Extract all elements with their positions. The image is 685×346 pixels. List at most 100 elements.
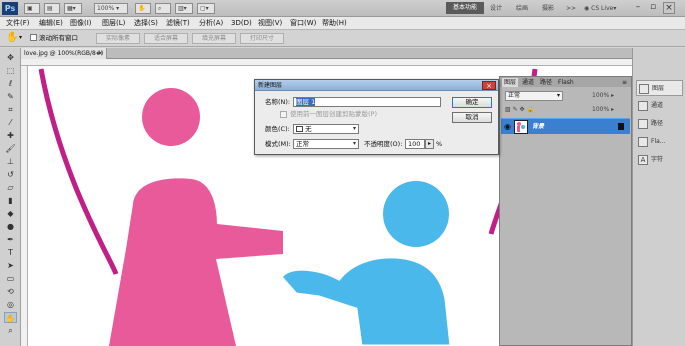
options-bar: ✋ ▾ 滚动所有窗口 实际像素 适合屏幕 填充屏幕 打印尺寸 (0, 30, 685, 47)
type-tool-icon[interactable]: T (4, 247, 17, 258)
pen-tool-icon[interactable]: ✒ (4, 234, 17, 245)
blur-tool-icon[interactable]: ◆ (4, 208, 17, 219)
menu-analysis[interactable]: 分析(A) (199, 18, 223, 29)
panel-menu-icon[interactable]: ≡ (620, 78, 629, 87)
crop-tool-icon[interactable]: ⌗ (4, 104, 17, 115)
ok-button[interactable]: 确定 (452, 97, 492, 108)
close-icon[interactable]: × (663, 2, 675, 14)
fit-screen-button[interactable]: 适合屏幕 (144, 33, 188, 44)
document-tab[interactable]: love.jpg @ 100%(RGB/8#) × (21, 48, 107, 59)
menu-help[interactable]: 帮助(H) (322, 18, 347, 29)
marquee-tool-icon[interactable]: ⬚ (4, 65, 17, 76)
lock-all-icon[interactable]: 🔒 (527, 106, 534, 113)
tab-flash[interactable]: Flash (556, 78, 576, 87)
actual-pixels-button[interactable]: 实际像素 (96, 33, 140, 44)
menu-file[interactable]: 文件(F) (6, 18, 30, 29)
photoshop-window: Ps ▣ ▤ ▦▾ 100% ▾ ✋ ⌕ ▥▾ ▢▾ 基本功能 设计 绘画 摄影… (0, 0, 685, 346)
tab-layers[interactable]: 图层 (502, 78, 519, 87)
cancel-button[interactable]: 取消 (452, 112, 492, 123)
dock-item-flash[interactable]: Fla... (636, 134, 683, 150)
layer-opacity-value: 100% (592, 92, 610, 99)
cs-live-button[interactable]: ◉ CS Live▾ (584, 3, 616, 14)
zoom-tool-icon[interactable]: ⌕ (4, 325, 17, 336)
dock-item-character[interactable]: A 字符 (636, 152, 683, 168)
lock-image-icon[interactable]: ✎ (513, 106, 518, 113)
opacity-slider-toggle-icon[interactable]: ▸ (425, 139, 434, 149)
history-brush-tool-icon[interactable]: ↺ (4, 169, 17, 180)
gradient-tool-icon[interactable]: ▮ (4, 195, 17, 206)
healing-brush-tool-icon[interactable]: ✚ (4, 130, 17, 141)
layer-fill-field[interactable]: 100% ▸ (592, 105, 614, 115)
dodge-tool-icon[interactable]: ● (4, 221, 17, 232)
color-select[interactable]: 无 ▾ (293, 124, 359, 134)
print-size-button[interactable]: 打印尺寸 (240, 33, 284, 44)
eraser-tool-icon[interactable]: ▱ (4, 182, 17, 193)
3d-orbit-tool-icon[interactable]: ◎ (4, 299, 17, 310)
workspace-tab-photography[interactable]: 摄影 (542, 3, 554, 14)
menu-view[interactable]: 视图(V) (258, 18, 282, 29)
menu-edit[interactable]: 编辑(E) (39, 18, 63, 29)
maximize-icon[interactable]: ▫ (647, 2, 659, 14)
layer-name-value: 图层 1 (296, 98, 316, 106)
path-selection-tool-icon[interactable]: ➤ (4, 260, 17, 271)
hand-tool-icon[interactable]: ✋ (135, 3, 151, 14)
tab-channels[interactable]: 通道 (520, 78, 536, 87)
menu-window[interactable]: 窗口(W) (290, 18, 316, 29)
clipping-mask-checkbox[interactable] (280, 111, 287, 118)
workspace-tab-design[interactable]: 设计 (490, 3, 502, 14)
new-layer-dialog: 新建图层 × 名称(N): 图层 1 使用前一图层创建剪贴蒙版(P) 颜色(C)… (254, 79, 499, 155)
tool-preset-arrow-icon[interactable]: ▾ (19, 34, 22, 41)
mode-select[interactable]: 正常 ▾ (293, 139, 359, 149)
3d-rotate-tool-icon[interactable]: ⟲ (4, 286, 17, 297)
dock-item-paths[interactable]: 路径 (636, 116, 683, 132)
layer-name-input[interactable]: 图层 1 (293, 97, 441, 107)
brush-tool-icon[interactable]: 🖌 (4, 143, 17, 154)
channels-icon (638, 101, 648, 111)
menu-image[interactable]: 图像(I) (70, 18, 92, 29)
layer-opacity-field[interactable]: 100% ▸ (592, 91, 628, 101)
visibility-eye-icon[interactable]: ◉ (504, 122, 511, 132)
dock-item-channels[interactable]: 通道 (636, 98, 683, 114)
zoom-level-field[interactable]: 100% ▾ (94, 3, 128, 14)
zoom-tool-icon[interactable]: ⌕ (155, 3, 171, 14)
screen-mode-icon[interactable]: ▢▾ (197, 3, 215, 14)
mini-bridge-icon[interactable]: ▤ (44, 3, 60, 14)
menu-select[interactable]: 选择(S) (134, 18, 158, 29)
move-tool-icon[interactable]: ✥ (4, 52, 17, 63)
layer-row-background[interactable]: ◉ 背景 (501, 118, 630, 134)
document-close-icon[interactable]: × (98, 48, 103, 59)
workspace-essentials-button[interactable]: 基本功能 (446, 2, 484, 14)
lock-transparent-icon[interactable]: ▨ (505, 106, 511, 113)
menu-layer[interactable]: 图层(L) (102, 18, 125, 29)
eyedropper-tool-icon[interactable]: ⁄ (4, 117, 17, 128)
workspace-tab-painting[interactable]: 绘画 (516, 3, 528, 14)
layers-icon (639, 84, 649, 94)
quick-select-tool-icon[interactable]: ✎ (4, 91, 17, 102)
lock-position-icon[interactable]: ✥ (520, 106, 525, 113)
hand-tool-icon[interactable]: ✋ (4, 312, 17, 323)
menu-filter[interactable]: 滤镜(T) (166, 18, 190, 29)
dock-item-layers[interactable]: 图层 (636, 80, 683, 96)
arrange-documents-icon[interactable]: ▥▾ (175, 3, 193, 14)
paths-icon (638, 119, 648, 129)
photoshop-logo: Ps (2, 2, 18, 15)
hand-tool-preset-icon[interactable]: ✋ (6, 32, 18, 43)
tab-paths[interactable]: 路径 (538, 78, 554, 87)
fill-screen-button[interactable]: 填充屏幕 (192, 33, 236, 44)
minimize-icon[interactable]: – (632, 2, 644, 14)
tools-panel: ✥ ⬚ ℓ ✎ ⌗ ⁄ ✚ 🖌 ⊥ ↺ ▱ ▮ ◆ ● ✒ T ➤ ▭ ⟲ ◎ … (0, 48, 21, 346)
clone-stamp-tool-icon[interactable]: ⊥ (4, 156, 17, 167)
chevron-down-icon: ▾ (556, 92, 560, 99)
bridge-icon[interactable]: ▣ (24, 3, 40, 14)
menu-3d[interactable]: 3D(D) (231, 18, 252, 29)
workspace-overflow[interactable]: >> (566, 3, 576, 14)
extras-dropdown[interactable]: ▦▾ (64, 3, 82, 14)
blend-mode-select[interactable]: 正常 ▾ (505, 91, 563, 101)
lasso-tool-icon[interactable]: ℓ (4, 78, 17, 89)
scroll-all-windows-checkbox[interactable] (30, 34, 37, 41)
cs-live-label: CS Live (591, 5, 614, 12)
shape-tool-icon[interactable]: ▭ (4, 273, 17, 284)
dialog-close-icon[interactable]: × (482, 81, 496, 90)
layer-thumbnail (514, 120, 528, 134)
opacity-input[interactable]: 100 (405, 139, 425, 149)
